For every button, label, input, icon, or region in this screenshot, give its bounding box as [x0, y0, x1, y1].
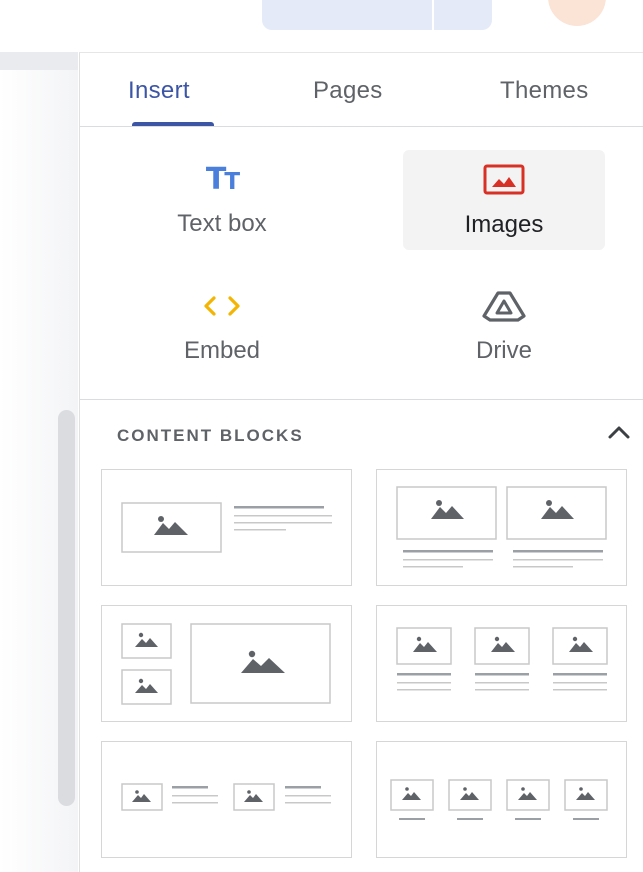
embed-label: Embed	[183, 337, 261, 364]
embed-code-icon	[121, 290, 323, 322]
insert-images-button[interactable]: Images	[403, 150, 605, 250]
google-drive-icon	[403, 290, 605, 322]
text-box-icon: TT	[205, 161, 240, 197]
layout-preview-four-images	[390, 779, 608, 820]
canvas-scrollbar-thumb[interactable]	[58, 410, 75, 806]
content-block-four-images-with-captions[interactable]	[376, 741, 627, 858]
layout-preview-image-text-pairs	[121, 783, 331, 811]
content-block-image-with-text[interactable]	[101, 469, 352, 586]
toolbar-button-group[interactable]	[262, 0, 492, 30]
active-tab-indicator	[132, 122, 214, 126]
layout-preview-three-images	[396, 627, 608, 691]
avatar[interactable]	[548, 0, 606, 26]
section-divider	[80, 399, 643, 400]
tab-themes[interactable]: Themes	[500, 77, 589, 105]
content-block-two-small-one-large[interactable]	[101, 605, 352, 722]
insert-drive-button[interactable]: Drive	[403, 276, 605, 376]
content-block-two-images-with-captions[interactable]	[376, 469, 627, 586]
tab-insert[interactable]: Insert	[128, 77, 190, 105]
insert-side-panel: Insert Pages Themes TT Text box Images E…	[79, 52, 643, 872]
layout-preview-two-images	[396, 486, 607, 568]
canvas-top-band	[0, 52, 78, 70]
content-block-two-image-text-pairs[interactable]	[101, 741, 352, 858]
editor-top-bar	[0, 0, 643, 50]
insert-embed-button[interactable]: Embed	[121, 276, 323, 376]
content-block-three-images-with-captions[interactable]	[376, 605, 627, 722]
insert-text-box-button[interactable]: TT Text box	[121, 149, 323, 249]
toolbar-divider	[432, 0, 434, 30]
tab-pages[interactable]: Pages	[313, 77, 383, 105]
panel-tabs: Insert Pages Themes	[80, 53, 643, 127]
chevron-up-icon[interactable]	[606, 421, 632, 445]
layout-preview-small-and-large-images	[121, 623, 331, 705]
layout-preview-image-with-text	[121, 502, 332, 553]
drive-label: Drive	[475, 337, 532, 364]
content-blocks-heading: CONTENT BLOCKS	[117, 426, 304, 445]
image-icon	[403, 164, 605, 196]
images-label: Images	[464, 211, 544, 238]
text-box-label: Text box	[177, 210, 267, 237]
